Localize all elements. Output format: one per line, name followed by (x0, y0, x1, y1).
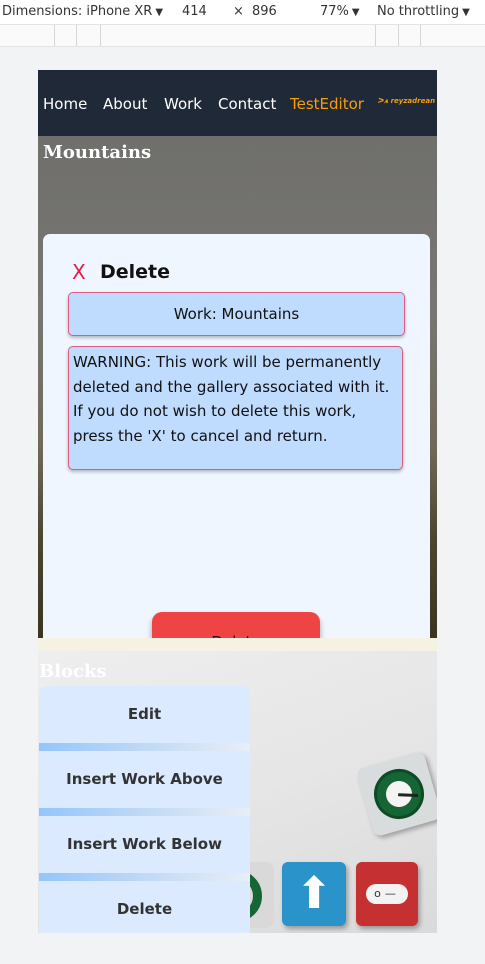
ruler-tick (100, 25, 101, 46)
block-context-menu: Edit Insert Work Above Insert Work Below… (39, 686, 250, 933)
menu-separator (39, 743, 250, 751)
times-icon: × (233, 4, 244, 19)
blocks-section: ⬆ o— Blocks Edit Insert Work Above Inser… (38, 651, 437, 933)
dial-block-image (355, 750, 437, 838)
site-logo[interactable]: ᐳ⩚ reyzadrean (378, 97, 435, 106)
arrow-up-icon: ⬆ (282, 862, 346, 926)
delete-modal: X Delete Work: Mountains WARNING: This w… (43, 234, 430, 698)
devtools-device-toolbar: Dimensions: iPhone XR ▼ 414 × 896 77% ▼ No… (0, 0, 485, 25)
menu-separator (39, 808, 250, 816)
ruler-tick (76, 25, 77, 46)
nav-link-work[interactable]: Work (164, 95, 202, 113)
chevron-down-icon: ▼ (351, 7, 360, 18)
section-title: Mountains (43, 142, 152, 163)
ruler-tick (375, 25, 376, 46)
throttling-select[interactable]: No throttling ▼ (377, 4, 470, 19)
modal-title: Delete (100, 261, 171, 283)
nav-link-testeditor[interactable]: TestEditor (290, 95, 364, 113)
switch-block-image: o— (356, 862, 418, 926)
chevron-down-icon: ▼ (155, 7, 164, 18)
nav-link-contact[interactable]: Contact (218, 95, 276, 113)
section-title: Blocks (39, 661, 107, 682)
toggle-icon: o— (366, 884, 408, 904)
nav-link-about[interactable]: About (103, 95, 147, 113)
viewport-height-input[interactable]: 896 (252, 4, 277, 19)
work-name-field: Work: Mountains (68, 292, 405, 336)
close-icon[interactable]: X (72, 260, 86, 284)
ruler-tick (420, 25, 421, 46)
device-dimensions-select[interactable]: Dimensions: iPhone XR ▼ (2, 4, 163, 19)
warning-text: WARNING: This work will be permanently d… (68, 346, 403, 470)
menu-item-insert-above[interactable]: Insert Work Above (39, 751, 250, 808)
mountains-section: Mountains X Delete Work: Mountains WARNI… (38, 136, 437, 698)
site-navbar: Home About Work Contact TestEditor ᐳ⩚ re… (38, 70, 437, 136)
menu-item-delete[interactable]: Delete (39, 881, 250, 933)
ruler-tick (54, 25, 55, 46)
zoom-select[interactable]: 77% ▼ (320, 4, 360, 19)
ruler-tick (398, 25, 399, 46)
menu-item-edit[interactable]: Edit (39, 686, 250, 743)
device-viewport: Home About Work Contact TestEditor ᐳ⩚ re… (38, 70, 437, 933)
chevron-down-icon: ▼ (462, 7, 470, 18)
section-divider (38, 638, 437, 651)
menu-item-insert-below[interactable]: Insert Work Below (39, 816, 250, 873)
menu-separator (39, 873, 250, 881)
nav-link-home[interactable]: Home (43, 95, 87, 113)
media-query-ruler (0, 25, 485, 47)
viewport-width-input[interactable]: 414 (182, 4, 207, 19)
